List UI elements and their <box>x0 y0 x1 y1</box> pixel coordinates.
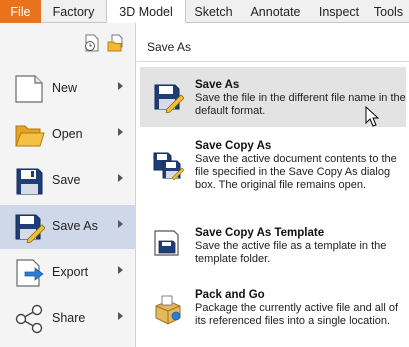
menu-item-save-as[interactable]: Save As <box>0 205 136 249</box>
submenu-arrow-icon <box>118 266 123 274</box>
divider <box>137 61 409 62</box>
open-documents-icon[interactable] <box>106 33 126 53</box>
recent-documents-icon[interactable] <box>82 33 102 53</box>
menu-item-new[interactable]: New <box>0 67 136 111</box>
save-as-submenu: Save As Save As Save the file in the dif… <box>137 23 409 347</box>
submenu-title: Save As <box>147 40 192 54</box>
option-description: Save the active document contents to the… <box>195 153 397 191</box>
menu-item-share[interactable]: Share <box>0 297 136 341</box>
menu-item-export[interactable]: Export <box>0 251 136 295</box>
option-pack-and-go[interactable]: Pack and Go Package the currently active… <box>140 285 406 345</box>
submenu-arrow-icon <box>118 312 123 320</box>
option-save-copy-as[interactable]: Save Copy As Save the active document co… <box>140 133 406 203</box>
submenu-arrow-icon <box>118 174 123 182</box>
pack-and-go-icon <box>155 295 181 325</box>
option-description: Package the currently active file and al… <box>195 302 399 327</box>
menu-item-label: Open <box>52 127 83 141</box>
new-document-icon <box>15 75 43 103</box>
option-save-copy-as-template[interactable]: Save Copy As Template Save the active fi… <box>140 221 406 269</box>
option-title: Save As <box>195 79 240 91</box>
tab-file[interactable]: File <box>0 0 41 23</box>
save-disk-icon <box>16 168 43 195</box>
option-title: Save Copy As Template <box>195 227 325 239</box>
option-title: Save Copy As <box>195 140 272 152</box>
menu-item-label: Share <box>52 311 86 325</box>
ribbon-tab-bar: File Factory 3D Model Sketch Annotate In… <box>0 0 409 24</box>
menu-item-save[interactable]: Save <box>0 159 136 203</box>
save-as-icon <box>15 214 45 243</box>
tab-tools[interactable]: Tools <box>368 0 409 23</box>
submenu-arrow-icon <box>118 220 123 228</box>
menu-item-open[interactable]: Open <box>0 113 136 157</box>
export-icon <box>16 259 44 287</box>
save-template-icon <box>154 230 179 256</box>
option-description: Save the active file as a template in th… <box>195 240 387 265</box>
tab-3d-model[interactable]: 3D Model <box>106 0 186 24</box>
tab-factory[interactable]: Factory <box>41 0 106 23</box>
tab-inspect[interactable]: Inspect <box>310 0 368 23</box>
option-title: Pack and Go <box>195 289 265 301</box>
menu-item-label: Save <box>52 173 81 187</box>
save-copy-as-icon <box>153 152 184 181</box>
menu-item-label: New <box>52 81 78 95</box>
share-icon <box>15 304 43 334</box>
save-as-icon <box>154 84 184 113</box>
tab-annotate[interactable]: Annotate <box>241 0 310 23</box>
menu-item-label: Save As <box>52 219 98 233</box>
quick-access-icons <box>82 33 126 53</box>
mouse-cursor-icon <box>365 106 379 127</box>
application-menu: New Open Save Save As Export Share <box>0 23 136 347</box>
submenu-arrow-icon <box>118 82 123 90</box>
open-folder-icon <box>15 125 45 147</box>
submenu-arrow-icon <box>118 128 123 136</box>
menu-item-label: Export <box>52 265 89 279</box>
tab-sketch[interactable]: Sketch <box>186 0 241 23</box>
